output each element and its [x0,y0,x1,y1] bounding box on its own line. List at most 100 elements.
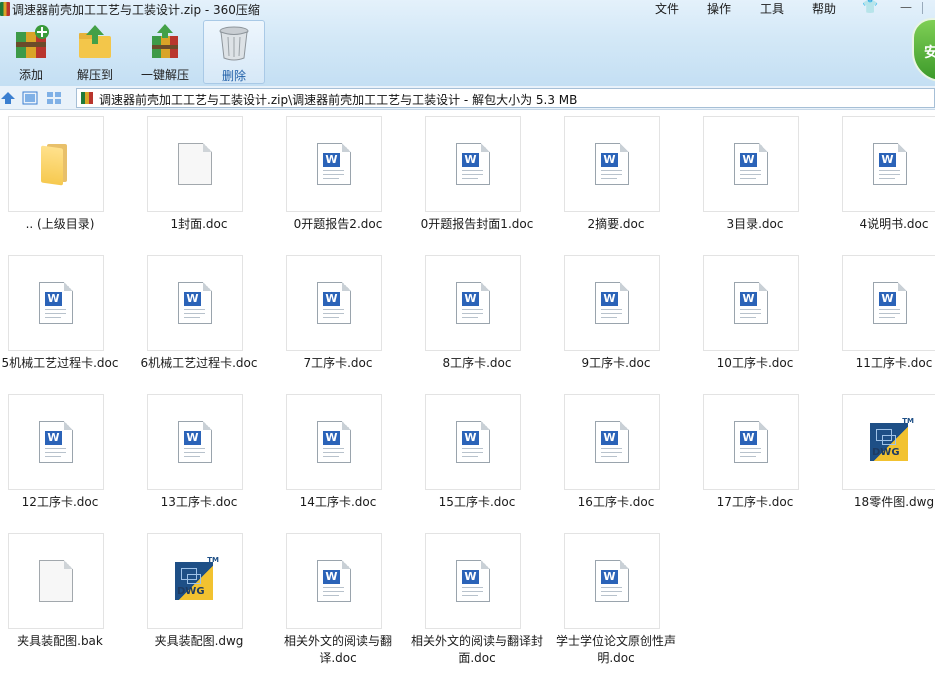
file-thumbnail[interactable]: W [703,394,799,490]
up-arrow-icon[interactable] [0,90,16,106]
file-name: 11工序卡.doc [855,356,933,370]
menu-file[interactable]: 文件 [655,0,679,17]
file-item[interactable]: W 6机械工艺过程卡.doc [139,249,278,388]
file-item[interactable]: W 15工序卡.doc [417,388,556,527]
file-thumbnail[interactable]: W [425,116,521,212]
file-thumbnail[interactable]: W [286,394,382,490]
file-thumbnail[interactable]: W [703,116,799,212]
file-thumbnail[interactable]: W [8,255,104,351]
list-view-icon[interactable] [46,90,62,106]
file-item[interactable]: W 0开题报告封面1.doc [417,110,556,249]
file-name: 0开题报告封面1.doc [420,217,534,231]
word-doc-icon: W [595,421,629,463]
file-item[interactable]: W 相关外文的阅读与翻译.doc [278,527,417,666]
file-thumbnail[interactable]: W [842,255,935,351]
menu-operate[interactable]: 操作 [707,0,731,17]
file-name: 15工序卡.doc [438,495,516,509]
delete-label: 删除 [221,69,246,83]
file-name: 10工序卡.doc [716,356,794,370]
file-thumbnail[interactable]: W [147,394,243,490]
thumbnail-view-icon[interactable] [22,90,38,106]
extract-to-label: 解压到 [76,68,113,82]
file-thumbnail[interactable]: W [425,255,521,351]
folder-icon [41,144,71,186]
file-thumbnail[interactable]: W [564,255,660,351]
file-item[interactable]: .. (上级目录) [0,110,139,249]
file-thumbnail[interactable] [8,533,104,629]
file-thumbnail[interactable]: W [564,394,660,490]
file-thumbnail[interactable]: W [8,394,104,490]
word-doc-icon: W [178,421,212,463]
file-item[interactable]: W 5机械工艺过程卡.doc [0,249,139,388]
file-item[interactable]: W 学士学位论文原创性声明.doc [556,527,695,666]
file-thumbnail[interactable] [8,116,104,212]
file-item[interactable]: TM DWG 18零件图.dwg [834,388,935,527]
file-item[interactable]: W 7工序卡.doc [278,249,417,388]
word-doc-icon: W [595,143,629,185]
file-thumbnail[interactable]: W [286,116,382,212]
zip-app-icon [0,2,10,16]
file-item[interactable]: 1封面.doc [139,110,278,249]
file-thumbnail[interactable]: W [286,533,382,629]
skin-shirt-icon[interactable]: 👕 [862,0,878,15]
word-doc-icon: W [317,143,351,185]
word-doc-icon: W [734,421,768,463]
word-doc-icon: W [39,282,73,324]
title-separator [922,2,923,14]
security-shield-icon[interactable]: 安 [912,18,935,82]
file-thumbnail[interactable]: TM DWG [147,533,243,629]
file-name: 9工序卡.doc [581,356,651,370]
file-grid: .. (上级目录) 1封面.doc W 0开题报告2.doc W 0开题报告封面1.doc… [0,110,935,682]
one-click-extract-label: 一键解压 [140,68,189,82]
file-name: 7工序卡.doc [303,356,373,370]
file-name: 4说明书.doc [859,217,929,231]
file-thumbnail[interactable]: W [703,255,799,351]
file-thumbnail[interactable]: W [842,116,935,212]
file-name: 0开题报告2.doc [293,217,383,231]
file-thumbnail[interactable]: W [564,116,660,212]
word-doc-icon: W [456,560,490,602]
one-click-extract-button[interactable]: 一键解压 [134,20,196,84]
file-item[interactable]: W 13工序卡.doc [139,388,278,527]
file-thumbnail[interactable]: W [425,533,521,629]
blank-file-icon [178,143,212,185]
file-thumbnail[interactable]: W [147,255,243,351]
menu-help[interactable]: 帮助 [812,0,836,17]
file-item[interactable]: 夹具装配图.bak [0,527,139,666]
file-thumbnail[interactable]: W [286,255,382,351]
address-bar[interactable]: 调速器前壳加工工艺与工装设计.zip\调速器前壳加工工艺与工装设计 - 解包大小… [76,88,935,108]
word-doc-icon: W [178,282,212,324]
file-name: 3目录.doc [726,217,784,231]
file-item[interactable]: W 3目录.doc [695,110,834,249]
extract-to-button[interactable]: 解压到 [64,20,126,84]
file-item[interactable]: W 8工序卡.doc [417,249,556,388]
file-thumbnail[interactable]: W [425,394,521,490]
file-thumbnail[interactable] [147,116,243,212]
file-item[interactable]: W 10工序卡.doc [695,249,834,388]
file-item[interactable]: W 12工序卡.doc [0,388,139,527]
file-item[interactable]: W 14工序卡.doc [278,388,417,527]
menu-tools[interactable]: 工具 [760,0,784,17]
file-item[interactable]: W 相关外文的阅读与翻译封面.doc [411,527,556,666]
delete-button[interactable]: 删除 [203,20,265,84]
add-button[interactable]: 添加 [0,20,62,84]
file-item[interactable]: W 4说明书.doc [834,110,935,249]
word-doc-icon: W [734,143,768,185]
window-title: 调速器前壳加工工艺与工装设计.zip - 360压缩 [12,3,260,17]
file-thumbnail[interactable]: TM DWG [842,394,935,490]
file-name: 13工序卡.doc [160,495,238,509]
file-item[interactable]: W 2摘要.doc [556,110,695,249]
file-item[interactable]: W 9工序卡.doc [556,249,695,388]
dwg-icon: TM DWG [868,417,914,465]
minimize-button[interactable]: — [900,0,912,14]
file-item[interactable]: TM DWG 夹具装配图.dwg [139,527,278,666]
file-item[interactable]: W 16工序卡.doc [556,388,695,527]
top-chrome: 调速器前壳加工工艺与工装设计.zip - 360压缩 文件 操作 工具 帮助 👕… [0,0,935,86]
file-thumbnail[interactable]: W [564,533,660,629]
file-name: 8工序卡.doc [442,356,512,370]
file-item[interactable]: W 11工序卡.doc [834,249,935,388]
file-name: 16工序卡.doc [577,495,655,509]
file-item[interactable]: W 0开题报告2.doc [278,110,417,249]
file-item[interactable]: W 17工序卡.doc [695,388,834,527]
add-archive-icon [16,25,49,58]
